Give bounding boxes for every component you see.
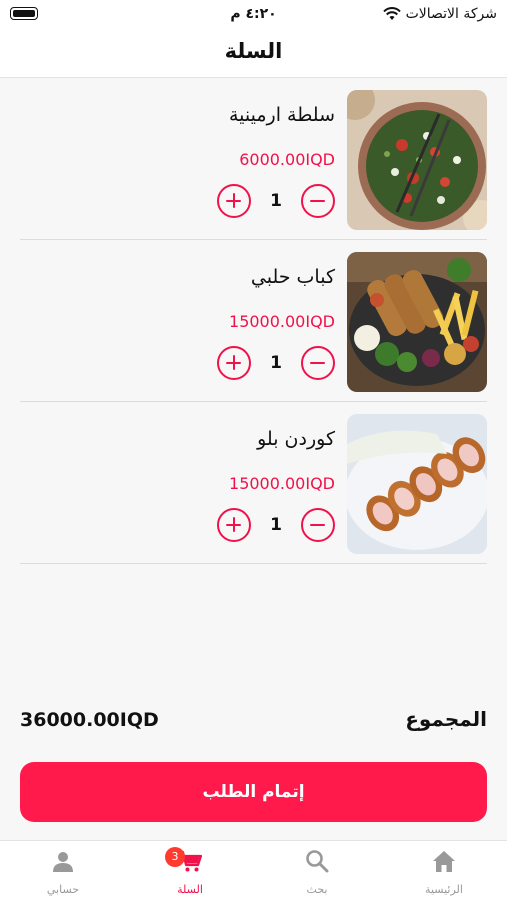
item-price: 15000.00IQD bbox=[229, 312, 335, 331]
increase-quantity-button[interactable] bbox=[217, 508, 251, 542]
cart-count-badge: 3 bbox=[165, 847, 185, 867]
total-label: المجموع bbox=[405, 707, 487, 731]
cordon-bleu-image bbox=[347, 414, 487, 554]
carrier-name: شركة الاتصالات bbox=[405, 6, 497, 22]
tab-label: الرئيسية bbox=[425, 883, 463, 896]
cart-item: سلطة ارمينية 6000.00IQD 1 bbox=[20, 78, 487, 240]
item-price: 6000.00IQD bbox=[239, 150, 335, 169]
home-icon bbox=[433, 851, 455, 872]
user-icon bbox=[53, 852, 73, 872]
header: السلة bbox=[0, 30, 507, 78]
checkout-button[interactable]: إتمام الطلب bbox=[20, 762, 487, 822]
tab-label: حسابي bbox=[46, 883, 80, 896]
tab-profile[interactable]: حسابي bbox=[0, 841, 126, 900]
aleppo-kebab-image bbox=[347, 252, 487, 392]
total-value: 36000.00IQD bbox=[20, 709, 159, 731]
cart-item: كباب حلبي 15000.00IQD 1 bbox=[20, 240, 487, 402]
increase-quantity-button[interactable] bbox=[217, 184, 251, 218]
tab-cart[interactable]: 3 السلة bbox=[127, 841, 253, 900]
item-price: 15000.00IQD bbox=[229, 474, 335, 493]
armenian-salad-image bbox=[347, 90, 487, 230]
tab-label: بحث bbox=[306, 883, 328, 896]
carrier-info: شركة الاتصالات bbox=[382, 6, 497, 22]
item-name: سلطة ارمينية bbox=[228, 104, 335, 126]
quantity-stepper: 1 bbox=[217, 184, 335, 218]
tab-label: السلة bbox=[177, 883, 203, 896]
page-title: السلة bbox=[224, 39, 283, 63]
increase-quantity-button[interactable] bbox=[217, 346, 251, 380]
search-icon bbox=[306, 850, 329, 873]
wifi-icon bbox=[382, 7, 401, 20]
status-bar: ٤:٢٠ م شركة الاتصالات bbox=[0, 0, 507, 30]
tab-search[interactable]: بحث bbox=[254, 841, 380, 900]
tab-bar: حسابي 3 السلة بحث الرئيسية bbox=[0, 840, 507, 900]
item-name: كباب حلبي bbox=[250, 266, 335, 288]
quantity-stepper: 1 bbox=[217, 346, 335, 380]
tab-home[interactable]: الرئيسية bbox=[381, 841, 507, 900]
quantity-stepper: 1 bbox=[217, 508, 335, 542]
item-name: كوردن بلو bbox=[257, 428, 335, 450]
cart-item: كوردن بلو 15000.00IQD 1 bbox=[20, 402, 487, 564]
